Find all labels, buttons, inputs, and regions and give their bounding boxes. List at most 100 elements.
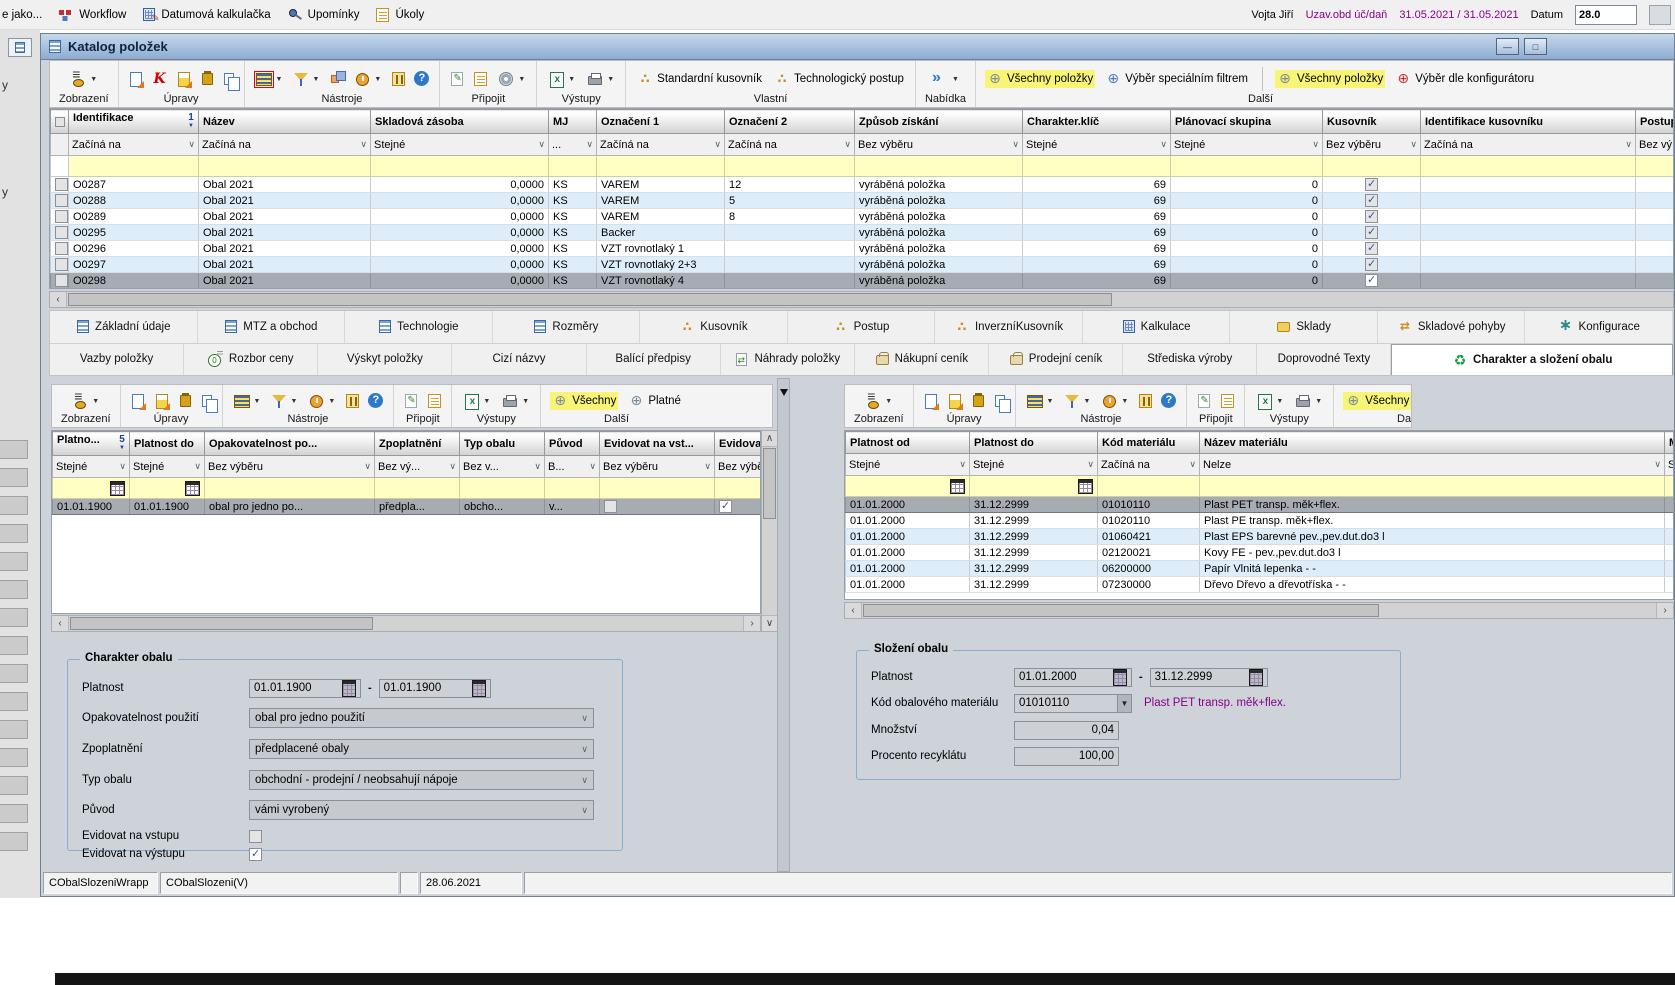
tab-vyskyt-polozky[interactable]: Výskyt položky — [318, 344, 452, 376]
filter-button[interactable]: ▼ — [270, 393, 299, 409]
column-header[interactable]: M — [1665, 432, 1675, 454]
filter-operator[interactable]: Začíná na∨ — [69, 134, 199, 156]
column-header[interactable]: Původ — [545, 432, 600, 456]
filter-button[interactable]: ▼ — [292, 71, 321, 87]
charging-select[interactable]: předplacené obaly∨ — [249, 739, 594, 759]
scroll-left-button[interactable]: ‹ — [50, 292, 67, 307]
row-checkbox[interactable] — [55, 226, 68, 239]
filter-operator[interactable]: Bez v...∨ — [460, 456, 545, 478]
tab-cizi-nazvy[interactable]: Cizí názvy — [452, 344, 586, 376]
filter-operator[interactable]: Stejné∨ — [1171, 134, 1323, 156]
filter-operator[interactable]: S — [1665, 454, 1675, 476]
table-row[interactable]: 01.01.200031.12.299906200000Papír Vlnitá… — [846, 561, 1675, 577]
filter-operator[interactable]: B...∨ — [545, 456, 600, 478]
filter-operator[interactable]: ...∨ — [549, 134, 597, 156]
row-checkbox[interactable] — [55, 242, 68, 255]
column-header[interactable]: Způsob získání — [855, 110, 1023, 134]
tab-kusovnik[interactable]: Kusovník — [640, 311, 788, 343]
technological-process-button[interactable]: Technologický postup — [772, 70, 906, 88]
filter-operator[interactable]: Bez výběru∨ — [855, 134, 1023, 156]
duplicate-record-button[interactable] — [995, 395, 1005, 407]
configurator-select-button[interactable]: Výběr dle konfigurátoru — [1393, 70, 1536, 88]
filter-operator[interactable]: Bez vý...∨ — [1636, 134, 1675, 156]
calendar-button[interactable] — [110, 481, 125, 496]
tab-kalkulace[interactable]: Kalkulace — [1083, 311, 1231, 343]
tab-konfigurace[interactable]: Konfigurace — [1525, 311, 1673, 343]
row-checkbox[interactable] — [55, 178, 68, 191]
delete-record-button[interactable] — [202, 73, 213, 85]
recent-button[interactable]: ▼ — [307, 393, 337, 410]
filter-operator[interactable]: Stejné∨ — [130, 456, 205, 478]
panel-splitter[interactable] — [777, 378, 790, 872]
help-button[interactable] — [414, 71, 430, 87]
column-header[interactable]: Platnost od — [846, 432, 970, 454]
column-header[interactable]: Evidovat na vst... — [600, 432, 715, 456]
select-all-header[interactable] — [51, 110, 69, 134]
calendar-button[interactable] — [950, 479, 965, 494]
table-row[interactable]: 01.01.200031.12.299902120021Kovy FE - pe… — [846, 545, 1675, 561]
validity-from-field[interactable]: 01.01.1900 — [249, 679, 361, 698]
material-code-field[interactable]: 01010110▼ — [1014, 694, 1132, 713]
attachment-list-button[interactable] — [428, 394, 441, 408]
print-button[interactable]: ▼ — [585, 70, 616, 88]
column-header[interactable]: Platnost do — [970, 432, 1098, 454]
k-copy-button[interactable] — [152, 71, 168, 87]
filter-operator[interactable]: Bez výběru — [715, 456, 762, 478]
items-grid-hscrollbar[interactable]: ‹ — [49, 291, 1674, 308]
filter-operator[interactable]: Stejné∨ — [53, 456, 130, 478]
maximize-button[interactable]: □ — [1524, 38, 1547, 55]
tab-mtz-a-obchod[interactable]: MTZ a obchod — [198, 311, 346, 343]
view-menu-button[interactable]: ▼ — [70, 392, 101, 410]
edit-record-button[interactable] — [156, 394, 168, 409]
column-header[interactable]: Opakovatelnost po... — [205, 432, 375, 456]
filter-operator[interactable]: Začíná na∨ — [1421, 134, 1636, 156]
tab-rozmery[interactable]: Rozměry — [493, 311, 641, 343]
column-header[interactable]: Evidovat na výst... — [715, 432, 762, 456]
menu-item-reminders[interactable]: Upomínky — [287, 7, 360, 23]
validity-to-field[interactable]: 31.12.2999 — [1150, 668, 1268, 687]
calendar-button-fragment[interactable] — [1649, 5, 1671, 25]
tab-sklady[interactable]: Sklady — [1230, 311, 1378, 343]
row-checkbox[interactable] — [55, 258, 68, 271]
settings-sliders-button[interactable] — [346, 394, 359, 408]
column-header[interactable]: Typ obalu — [460, 432, 545, 456]
table-row-selected[interactable]: 01.01.1900 01.01.1900 obal pro jedno po.… — [53, 499, 762, 515]
row-checkbox[interactable] — [55, 274, 68, 287]
view-menu-button[interactable]: ▼ — [68, 70, 99, 88]
edit-record-button[interactable] — [178, 72, 190, 87]
tab-rozbor-ceny[interactable]: Rozbor ceny — [184, 344, 318, 376]
scroll-right-button[interactable]: › — [743, 616, 760, 631]
tab-balici-predpisy[interactable]: Balící předpisy — [587, 344, 721, 376]
scroll-down-button[interactable]: ∨ — [762, 615, 777, 631]
column-header[interactable]: Název materiálu — [1200, 432, 1665, 454]
filter-operator[interactable]: Začíná na∨ — [1098, 454, 1200, 476]
special-filter-button[interactable]: Výběr speciálním filtrem — [1103, 70, 1250, 88]
column-header[interactable]: Charakter.klíč — [1023, 110, 1171, 134]
filter-operator[interactable]: Začíná na∨ — [199, 134, 371, 156]
print-button[interactable]: ▼ — [1293, 392, 1324, 410]
collapse-panel-button[interactable] — [8, 38, 32, 57]
tab-zakladni-udaje[interactable]: Základní údaje — [50, 311, 198, 343]
menu-item-save-as-cut[interactable]: e jako... — [2, 9, 42, 21]
attachment-list-button[interactable] — [1221, 394, 1234, 408]
column-header[interactable]: Označení 1 — [597, 110, 725, 134]
print-button[interactable]: ▼ — [500, 392, 531, 410]
calendar-button[interactable] — [1078, 479, 1093, 494]
validity-from-field[interactable]: 01.01.2000 — [1014, 668, 1132, 687]
calendar-button[interactable] — [472, 680, 486, 697]
attachment-list-button[interactable] — [474, 72, 487, 86]
recyclate-percent-field[interactable]: 100,00 — [1014, 747, 1119, 766]
filter-operator[interactable]: Bez výběru∨ — [205, 456, 375, 478]
minimize-button[interactable]: — — [1496, 38, 1519, 55]
filter-operator[interactable]: Stejné∨ — [371, 134, 549, 156]
settings-sliders-button[interactable] — [392, 72, 405, 86]
tab-inverzni-kusovnik[interactable]: InverzníKusovník — [935, 311, 1083, 343]
menu-item-tasks[interactable]: Úkoly — [375, 7, 424, 23]
row-checkbox[interactable] — [55, 194, 68, 207]
duplicate-record-button[interactable] — [224, 73, 234, 85]
calendar-button[interactable] — [1249, 669, 1263, 686]
filter-row[interactable] — [846, 476, 1675, 497]
filter-button[interactable]: ▼ — [1063, 393, 1092, 409]
all-filter-button[interactable]: Všechny — [550, 392, 618, 410]
delete-record-button[interactable] — [973, 395, 984, 407]
